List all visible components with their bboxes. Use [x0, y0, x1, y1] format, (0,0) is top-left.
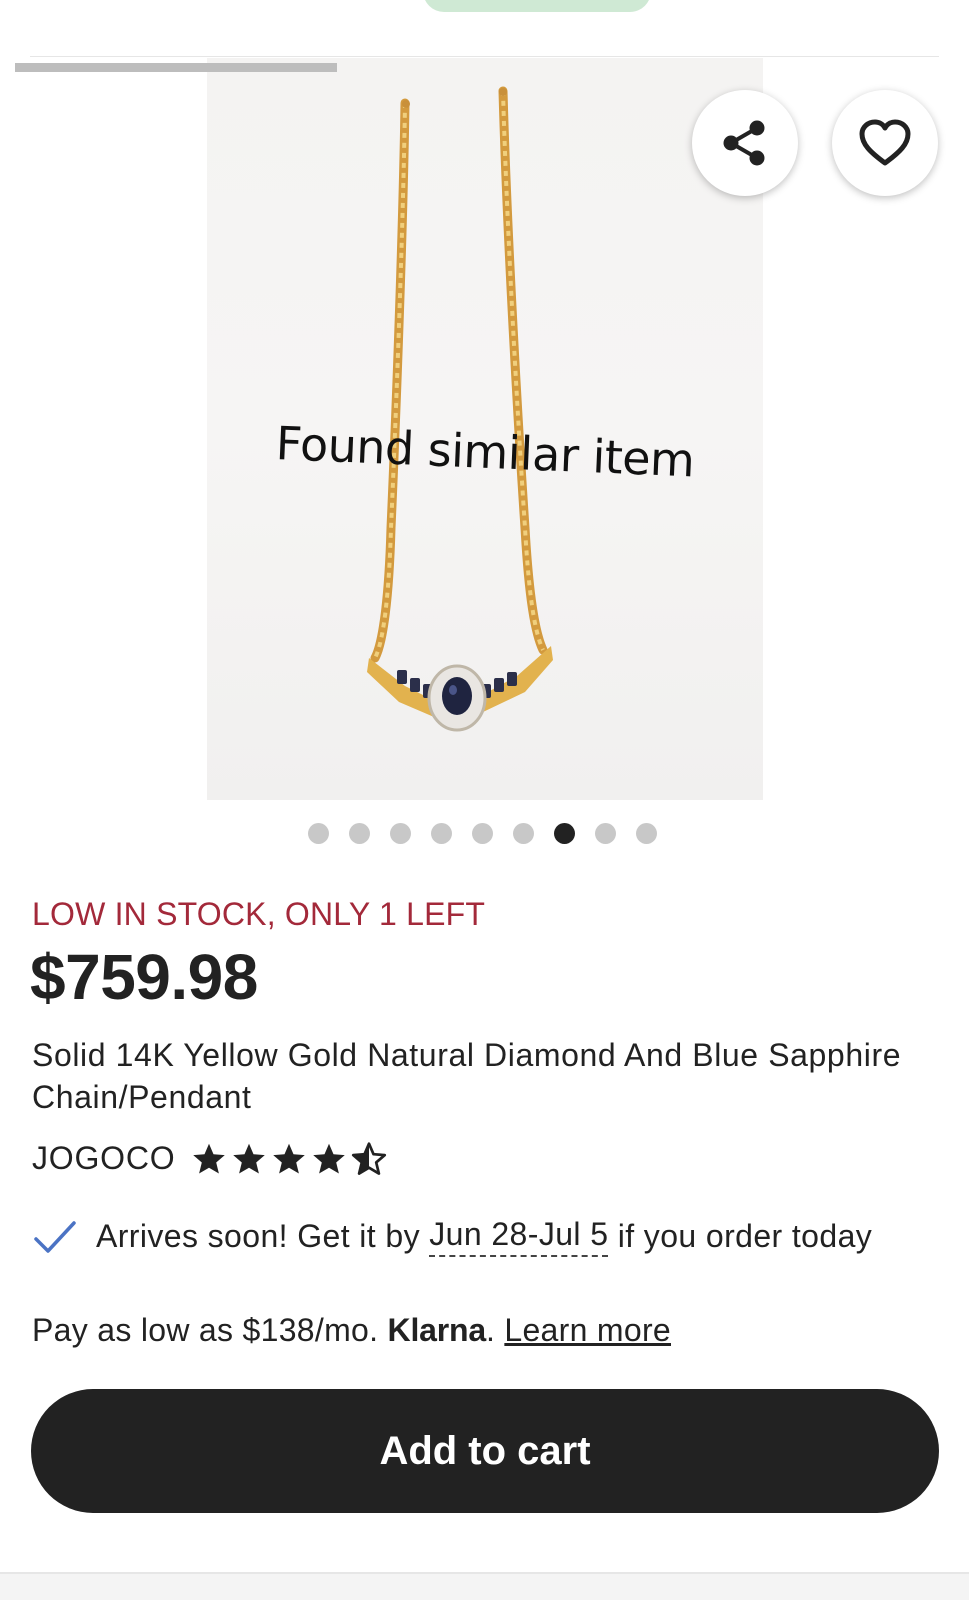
star-full-icon	[193, 1143, 226, 1174]
share-icon	[723, 120, 765, 166]
learn-more-link[interactable]: Learn more	[504, 1312, 671, 1348]
bottom-band	[0, 1574, 969, 1600]
gallery-progress-bar	[15, 63, 337, 72]
star-half-icon	[352, 1141, 387, 1175]
add-to-cart-button[interactable]: Add to cart	[31, 1389, 939, 1513]
pagination-dot[interactable]	[636, 823, 657, 844]
pagination-dot[interactable]	[390, 823, 411, 844]
pagination-dot[interactable]	[472, 823, 493, 844]
shipping-pill	[423, 0, 651, 12]
shop-rating-row: JOGOCO	[32, 1140, 391, 1177]
pagination-dot[interactable]	[513, 823, 534, 844]
delivery-dates[interactable]: Jun 28-Jul 5	[429, 1216, 609, 1257]
pagination-dot[interactable]	[349, 823, 370, 844]
pagination-dot[interactable]	[308, 823, 329, 844]
product-image[interactable]: Found similar item	[207, 58, 763, 800]
product-title: Solid 14K Yellow Gold Natural Diamond An…	[32, 1037, 902, 1115]
star-full-icon	[233, 1143, 266, 1174]
pagination-dot[interactable]	[431, 823, 452, 844]
heart-outline-icon	[859, 119, 911, 166]
pagination-dot-active[interactable]	[554, 823, 575, 844]
top-divider	[30, 56, 939, 57]
stock-notice: LOW IN STOCK, ONLY 1 LEFT	[32, 896, 486, 932]
pagination-dot[interactable]	[595, 823, 616, 844]
favorite-button[interactable]	[832, 90, 938, 196]
star-full-icon	[313, 1143, 346, 1174]
star-full-icon	[273, 1143, 306, 1174]
payment-dot: .	[485, 1312, 496, 1348]
checkmark-icon	[34, 1220, 76, 1253]
payment-prefix: Pay as low as $138/mo.	[32, 1312, 379, 1348]
share-button[interactable]	[692, 90, 798, 196]
delivery-estimate: Arrives soon! Get it by Jun 28-Jul 5 if …	[32, 1216, 872, 1257]
product-price: $759.98	[30, 941, 258, 1013]
klarna-logo: Klarna	[387, 1312, 487, 1348]
delivery-suffix: if you order today	[617, 1218, 873, 1254]
delivery-prefix: Arrives soon! Get it by	[96, 1218, 420, 1254]
shop-name[interactable]: JOGOCO	[32, 1140, 175, 1177]
klarna-payment-row: Pay as low as $138/mo. Klarna. Learn mor…	[32, 1312, 671, 1349]
